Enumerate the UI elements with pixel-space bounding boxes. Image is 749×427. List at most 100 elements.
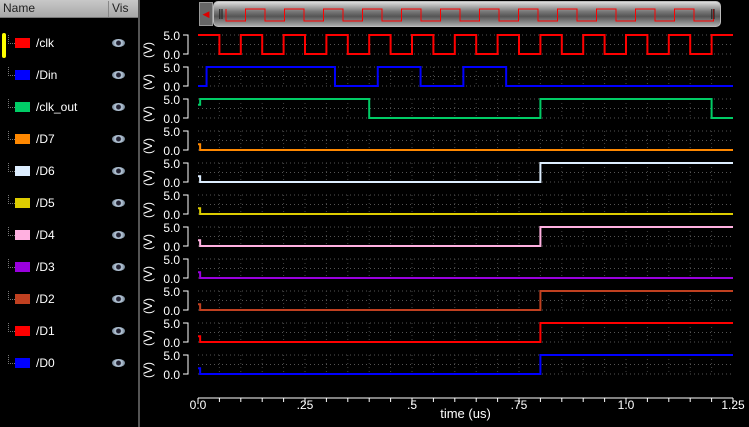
y-axis	[183, 290, 189, 311]
signal-list-panel: Name Vis /clk/Din/clk_out/D7/D6/D5/D4/D3…	[0, 0, 140, 427]
y-axis-label: (V)	[141, 74, 155, 90]
signal-row[interactable]: /D5	[0, 193, 138, 213]
y-axis-label: (V)	[141, 138, 155, 154]
eye-icon[interactable]	[112, 327, 125, 335]
x-tick-label: 1.25	[721, 398, 745, 412]
tree-connector	[8, 355, 15, 364]
eye-icon[interactable]	[112, 135, 125, 143]
eye-icon[interactable]	[112, 359, 125, 367]
y-axis-label: (V)	[141, 202, 155, 218]
waveform-plot[interactable]: 5.00.0(V)5.00.0(V)5.00.0(V)5.00.0(V)5.00…	[140, 0, 749, 427]
signal-row[interactable]: /D2	[0, 289, 138, 309]
color-swatch	[15, 262, 30, 272]
color-swatch	[15, 198, 30, 208]
y-tick-label: 5.0	[163, 285, 180, 299]
y-axis	[183, 322, 189, 343]
y-tick-label: 5.0	[163, 93, 180, 107]
y-tick-label: 5.0	[163, 349, 180, 363]
color-swatch	[15, 102, 30, 112]
signal-row[interactable]: /D1	[0, 321, 138, 341]
y-tick-label: 5.0	[163, 29, 180, 43]
signal-row[interactable]: /clk	[0, 33, 138, 53]
tree-connector	[8, 35, 15, 44]
color-swatch	[15, 38, 30, 48]
y-axis-label: (V)	[141, 42, 155, 58]
y-axis	[183, 66, 189, 87]
y-axis	[183, 258, 189, 279]
color-swatch	[15, 326, 30, 336]
x-tick-label: .5	[407, 398, 417, 412]
eye-icon[interactable]	[112, 103, 125, 111]
signal-name: /clk_out	[36, 100, 78, 114]
eye-icon[interactable]	[112, 231, 125, 239]
eye-icon[interactable]	[112, 295, 125, 303]
y-axis	[183, 354, 189, 375]
signal-name: /D6	[36, 164, 55, 178]
eye-icon[interactable]	[112, 199, 125, 207]
y-tick-label: 0.0	[163, 80, 180, 94]
signal-row[interactable]: /D4	[0, 225, 138, 245]
tree-connector	[8, 131, 15, 140]
y-tick-label: 5.0	[163, 189, 180, 203]
y-axis-label: (V)	[141, 330, 155, 346]
y-tick-label: 0.0	[163, 368, 180, 382]
tree-connector	[8, 67, 15, 76]
signal-row[interactable]: /D3	[0, 257, 138, 277]
tree-connector	[8, 291, 15, 300]
color-swatch	[15, 70, 30, 80]
signal-row[interactable]: /D6	[0, 161, 138, 181]
color-swatch	[15, 358, 30, 368]
signal-name: /D2	[36, 292, 55, 306]
waveform-d5[interactable]	[198, 207, 733, 215]
x-tick-label: 1.0	[618, 398, 635, 412]
color-swatch	[15, 166, 30, 176]
y-axis	[183, 226, 189, 247]
waveform-d7[interactable]	[198, 143, 733, 151]
y-tick-label: 5.0	[163, 61, 180, 75]
signal-name: /D4	[36, 228, 55, 242]
y-tick-label: 5.0	[163, 157, 180, 171]
name-column-header[interactable]: Name	[3, 1, 35, 15]
eye-icon[interactable]	[112, 167, 125, 175]
y-tick-label: 0.0	[163, 304, 180, 318]
x-axis-label: time (us)	[440, 406, 491, 421]
y-axis-label: (V)	[141, 170, 155, 186]
y-axis	[183, 98, 189, 119]
eye-icon[interactable]	[112, 71, 125, 79]
y-axis-label: (V)	[141, 266, 155, 282]
tree-connector	[8, 323, 15, 332]
y-axis-label: (V)	[141, 234, 155, 250]
tree-connector	[8, 259, 15, 268]
eye-icon[interactable]	[112, 263, 125, 271]
y-tick-label: 0.0	[163, 240, 180, 254]
list-header: Name Vis	[0, 0, 138, 18]
y-axis	[183, 162, 189, 183]
y-axis	[183, 34, 189, 55]
tree-connector	[8, 163, 15, 172]
signal-row[interactable]: /Din	[0, 65, 138, 85]
tree-connector	[8, 195, 15, 204]
signal-row[interactable]: /D0	[0, 353, 138, 373]
signal-name: /D7	[36, 132, 55, 146]
signal-name: /D1	[36, 324, 55, 338]
vis-column-header[interactable]: Vis	[108, 1, 128, 17]
signal-row[interactable]: /D7	[0, 129, 138, 149]
y-tick-label: 5.0	[163, 125, 180, 139]
y-axis-label: (V)	[141, 362, 155, 378]
waveform-d3[interactable]	[198, 271, 733, 279]
y-tick-label: 0.0	[163, 208, 180, 222]
y-tick-label: 5.0	[163, 253, 180, 267]
signal-row[interactable]: /clk_out	[0, 97, 138, 117]
y-tick-label: 0.0	[163, 272, 180, 286]
x-tick-label: .75	[511, 398, 528, 412]
eye-icon[interactable]	[112, 39, 125, 47]
y-axis-label: (V)	[141, 298, 155, 314]
y-axis-label: (V)	[141, 106, 155, 122]
signal-name: /D5	[36, 196, 55, 210]
signal-name: /clk	[36, 36, 54, 50]
color-swatch	[15, 294, 30, 304]
y-axis	[183, 130, 189, 151]
y-tick-label: 0.0	[163, 112, 180, 126]
y-tick-label: 0.0	[163, 48, 180, 62]
x-tick-label: .25	[297, 398, 314, 412]
